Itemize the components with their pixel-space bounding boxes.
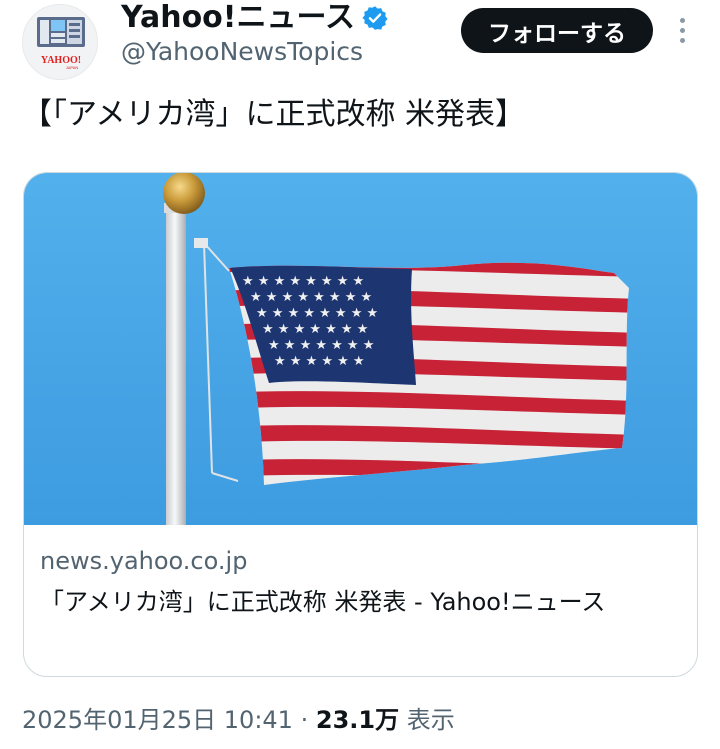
svg-text:JAPAN: JAPAN [66,65,79,70]
american-flag-image[interactable]: ★ ★ ★ ★ ★ ★ ★ ★ ★ ★ ★ ★ ★ ★ ★ ★ ★ ★ ★ ★ … [24,173,697,525]
follow-button[interactable]: フォローする [461,8,653,53]
avatar[interactable]: YAHOO! JAPAN [22,4,98,80]
views-label: 表示 [406,706,455,734]
card-domain: news.yahoo.co.jp [40,547,248,575]
views-count: 23.1万 [315,706,400,734]
link-preview-card[interactable]: ★ ★ ★ ★ ★ ★ ★ ★ ★ ★ ★ ★ ★ ★ ★ ★ ★ ★ ★ ★ … [23,172,698,677]
timestamp[interactable]: 2025年01月25日 10:41 [22,706,293,734]
meta-separator: · [300,706,309,734]
more-options-icon[interactable] [668,12,696,48]
tweet-meta: 2025年01月25日 10:41 · 23.1万 表示 [22,704,455,736]
card-title: 「アメリカ湾」に正式改称 米発表 - Yahoo!ニュース [40,588,606,616]
more-dot [679,17,685,23]
display-name-text: Yahoo!ニュース [121,0,355,35]
yahoo-news-logo-icon: YAHOO! JAPAN [23,5,97,79]
author-display-name[interactable]: Yahoo!ニュース [121,0,388,36]
tweet-text: 【「アメリカ湾」に正式改称 米発表】 [22,97,526,132]
verified-badge-icon [362,6,388,30]
more-dot [679,37,685,43]
author-handle[interactable]: @YahooNewsTopics [121,37,363,67]
more-dot [679,27,685,33]
